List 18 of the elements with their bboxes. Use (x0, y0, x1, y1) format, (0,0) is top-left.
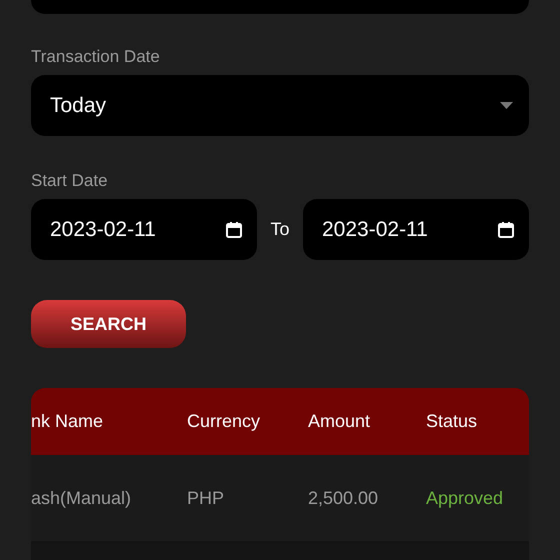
field-label: Transaction Date (31, 46, 161, 68)
table-cell: ash(Manual) (31, 488, 132, 508)
column-header: Currency (187, 411, 260, 431)
start-date-field[interactable]: 2023-02-11 (31, 199, 257, 260)
table-cell: 2,500.00 (308, 488, 378, 508)
column-header: Amount (308, 411, 370, 431)
calendar-icon[interactable] (225, 220, 243, 238)
field-label: Start Date (31, 170, 109, 192)
transaction-date-select[interactable]: Today (31, 75, 529, 136)
column-header: Status (426, 411, 478, 431)
search-button[interactable]: SEARCH (31, 300, 186, 348)
range-separator: To (269, 218, 290, 241)
calendar-icon[interactable] (497, 220, 515, 238)
table-cell: PHP (187, 488, 224, 508)
column-header: nk Name (31, 411, 104, 431)
dropdown-arrow-icon (500, 102, 513, 109)
status-text: Approved (426, 488, 504, 508)
end-date-field[interactable]: 2023-02-11 (303, 199, 529, 260)
